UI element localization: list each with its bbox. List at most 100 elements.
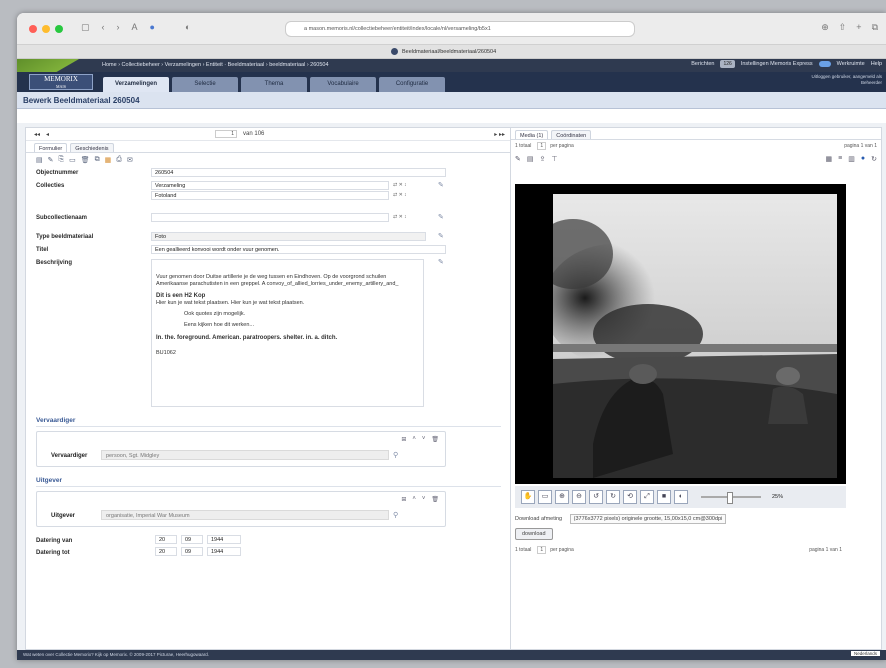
- per-page-select[interactable]: 1: [537, 142, 547, 150]
- sidebar-icon[interactable]: ▢: [81, 22, 90, 33]
- vervaardiger-field[interactable]: persoon, Sgt. Midgley: [101, 450, 389, 460]
- forward-icon[interactable]: ›: [117, 22, 120, 33]
- tab-configuratie[interactable]: Configuratie: [379, 77, 445, 92]
- tab-coordinaten[interactable]: Coördinaten: [551, 130, 592, 139]
- rotate-left-icon[interactable]: ↺: [589, 490, 603, 504]
- detail-view-icon[interactable]: ▥: [848, 155, 855, 163]
- werkruimte-link[interactable]: Werkruimte: [837, 61, 865, 67]
- uitgever-link-icon[interactable]: ⚲: [393, 511, 398, 519]
- uitgever-field[interactable]: organisatie, Imperial War Museum: [101, 510, 389, 520]
- uitgever-add-icon[interactable]: ⊞: [401, 496, 406, 503]
- express-toggle[interactable]: [818, 61, 831, 67]
- print-icon[interactable]: ⎙: [116, 156, 122, 164]
- datering-tot-year[interactable]: 1944: [207, 546, 241, 556]
- vervaardiger-up-icon[interactable]: ˄: [412, 436, 416, 443]
- image-viewer[interactable]: [515, 184, 846, 484]
- collectie-field-2[interactable]: Fotoland: [151, 191, 389, 200]
- refresh-icon[interactable]: ↻: [871, 155, 877, 163]
- page-current-bottom[interactable]: 1: [826, 547, 829, 553]
- half-moon-icon[interactable]: ◐: [185, 22, 190, 33]
- share-icon[interactable]: ⇧: [839, 22, 847, 33]
- vervaardiger-tools[interactable]: ⊞ ˄ ˅ 🗑: [401, 436, 439, 443]
- uitgever-delete-icon[interactable]: 🗑: [431, 496, 439, 503]
- collectie-controls-1[interactable]: ⇄ ✕ ↕: [393, 182, 407, 190]
- vervaardiger-link-icon[interactable]: ⚲: [393, 451, 398, 459]
- collecties-edit-icon[interactable]: ✎: [438, 181, 444, 189]
- upload-icon[interactable]: ⇪: [540, 155, 546, 163]
- delete-icon[interactable]: 🗑: [81, 156, 90, 164]
- tab-thema[interactable]: Thema: [241, 77, 307, 92]
- datering-van-month[interactable]: 09: [181, 534, 203, 544]
- fullscreen-icon[interactable]: ⤢: [640, 490, 654, 504]
- prev-record-icon[interactable]: ◂: [46, 131, 49, 138]
- new-icon[interactable]: ▭: [69, 156, 76, 164]
- zoom-in-icon[interactable]: ⊕: [555, 490, 569, 504]
- close-window-button[interactable]: [29, 25, 37, 33]
- black-white-icon[interactable]: ■: [657, 490, 671, 504]
- first-record-icon[interactable]: ◂◂: [34, 131, 40, 138]
- next-record-icon[interactable]: ▸ ▸▸: [494, 131, 505, 138]
- language-select[interactable]: Nederlands: [850, 651, 880, 656]
- active-tab[interactable]: Beeldmateriaal/beeldmateriaal/260504: [391, 48, 496, 55]
- berichten-link[interactable]: Berichten: [691, 61, 714, 67]
- back-icon[interactable]: ‹: [102, 22, 105, 33]
- uitgever-down-icon[interactable]: ˅: [422, 496, 426, 503]
- tab-vocabulaire[interactable]: Vocabulaire: [310, 77, 376, 92]
- breadcrumb[interactable]: Home › Collectiebeheer › Verzamelingen ›…: [102, 62, 329, 68]
- minimize-window-button[interactable]: [42, 25, 50, 33]
- datering-van-year[interactable]: 1944: [207, 534, 241, 544]
- per-page-select-bottom[interactable]: 1: [537, 546, 547, 554]
- list-view-icon[interactable]: ≡: [838, 155, 842, 163]
- subcollectie-edit-icon[interactable]: ✎: [438, 213, 444, 221]
- grid-view-icon[interactable]: ▦: [826, 155, 833, 163]
- tabs-icon[interactable]: ⧉: [872, 22, 878, 33]
- tab-media[interactable]: Media (1): [515, 130, 549, 139]
- collectie-field-1[interactable]: Verzameling: [151, 181, 389, 190]
- shield-icon[interactable]: ●: [150, 22, 155, 33]
- vervaardiger-add-icon[interactable]: ⊞: [401, 436, 406, 443]
- subcollectienaam-field[interactable]: [151, 213, 389, 222]
- datering-tot-month[interactable]: 09: [181, 546, 203, 556]
- titel-field[interactable]: Een geallieerd konvooi wordt onder vuur …: [151, 245, 446, 254]
- type-edit-icon[interactable]: ✎: [438, 232, 444, 240]
- record-number-input[interactable]: 1: [215, 130, 238, 138]
- instellingen-link[interactable]: Instellingen Memoris Express: [741, 61, 813, 67]
- address-bar[interactable]: a mason.memoris.nl/collectiebeheer/entit…: [285, 21, 635, 37]
- translate-icon[interactable]: A: [132, 22, 138, 33]
- select-tool-icon[interactable]: ▭: [538, 490, 552, 504]
- tab-geschiedenis[interactable]: Geschiedenis: [70, 143, 114, 152]
- duplicate-icon[interactable]: ⧉: [95, 156, 100, 164]
- star-icon[interactable]: ●: [861, 155, 865, 163]
- pan-tool-icon[interactable]: ✋: [521, 490, 535, 504]
- uitgever-up-icon[interactable]: ˄: [412, 496, 416, 503]
- filter-icon[interactable]: ⊤: [551, 155, 557, 163]
- help-link[interactable]: Help: [871, 61, 882, 67]
- contrast-icon[interactable]: ◐: [674, 490, 688, 504]
- page-current[interactable]: 1: [861, 143, 864, 149]
- datering-tot-day[interactable]: 20: [155, 546, 177, 556]
- rotate-right-icon[interactable]: ↻: [606, 490, 620, 504]
- zoom-slider[interactable]: [701, 492, 761, 504]
- beschrijving-edit-icon[interactable]: ✎: [438, 258, 444, 266]
- beschrijving-editor[interactable]: Vuur genomen door Duitse artillerie je d…: [151, 259, 424, 407]
- vervaardiger-down-icon[interactable]: ˅: [422, 436, 426, 443]
- collectie-controls-2[interactable]: ⇄ ✕ ↕: [393, 192, 407, 200]
- mail-icon[interactable]: ✉: [127, 156, 133, 164]
- objectnummer-field[interactable]: 260504: [151, 168, 446, 177]
- datering-van-day[interactable]: 20: [155, 534, 177, 544]
- download-size-select[interactable]: (3776x3772 pixels) originele grootte, 15…: [569, 514, 727, 524]
- tab-selectie[interactable]: Selectie: [172, 77, 238, 92]
- uitgever-tools[interactable]: ⊞ ˄ ˅ 🗑: [401, 496, 439, 503]
- media-info-icon[interactable]: ▤: [527, 155, 534, 163]
- type-select[interactable]: Foto: [151, 232, 426, 241]
- maximize-window-button[interactable]: [55, 25, 63, 33]
- reset-icon[interactable]: ⟲: [623, 490, 637, 504]
- save-icon[interactable]: ▤: [36, 156, 43, 164]
- zoom-out-icon[interactable]: ⊖: [572, 490, 586, 504]
- edit-media-icon[interactable]: ✎: [515, 155, 521, 163]
- edit-icon[interactable]: ✎: [48, 156, 54, 164]
- tab-formulier[interactable]: Formulier: [34, 143, 68, 152]
- tab-verzamelingen[interactable]: Verzamelingen: [103, 77, 169, 92]
- image-icon[interactable]: ▦: [105, 156, 112, 164]
- copy-icon[interactable]: ⎘: [59, 156, 65, 164]
